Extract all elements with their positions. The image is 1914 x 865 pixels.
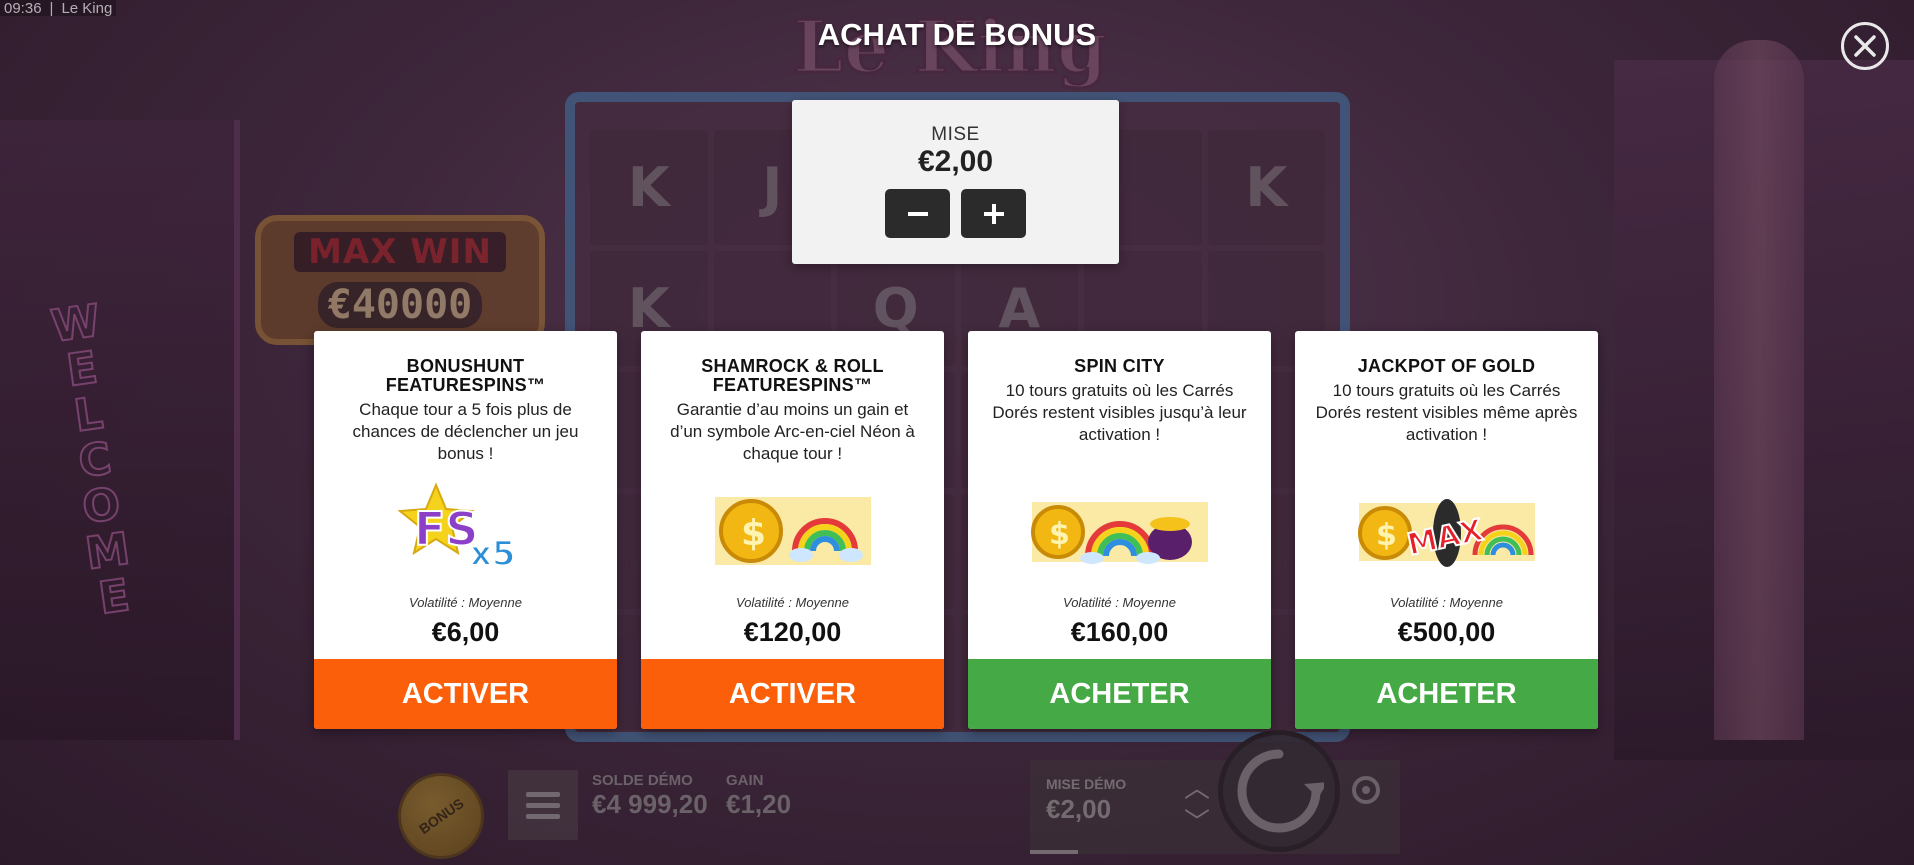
- fs-art-text: FS: [414, 502, 479, 556]
- bonus-cards: BONUSHUNT FEATURESPINS™ Chaque tour a 5 …: [314, 331, 1598, 729]
- bonus-card-shamrock-roll: SHAMROCK & ROLL FEATURESPINS™ Garantie d…: [641, 331, 944, 729]
- card-price: €160,00: [1070, 617, 1169, 647]
- card-title: SHAMROCK & ROLL FEATURESPINS™: [701, 356, 884, 395]
- buy-button[interactable]: ACHETER: [968, 659, 1271, 729]
- coin-rainbow-pot-icon: $: [1030, 501, 1208, 564]
- close-button[interactable]: [1841, 22, 1889, 70]
- buy-button[interactable]: ACHETER: [1295, 659, 1598, 729]
- minus-icon: [907, 211, 928, 216]
- stake-value: €2,00: [917, 145, 994, 178]
- card-title: SPIN CITY: [1074, 356, 1165, 376]
- activate-button[interactable]: ACTIVER: [641, 659, 944, 729]
- stake-label: MISE: [931, 124, 980, 145]
- close-icon: [1854, 35, 1876, 57]
- card-title: BONUSHUNT FEATURESPINS™: [385, 356, 546, 395]
- card-price: €6,00: [431, 617, 500, 647]
- stake-decrease-button[interactable]: [885, 189, 950, 238]
- stake-buttons: [792, 189, 1119, 238]
- svg-text:$: $: [741, 513, 766, 554]
- card-volatility: Volatilité : Moyenne: [409, 595, 522, 610]
- card-description: Garantie d’au moins un gain et d’un symb…: [670, 400, 915, 463]
- dialog-title: ACHAT DE BONUS: [817, 17, 1097, 52]
- stake-increase-button[interactable]: [961, 189, 1026, 238]
- card-volatility: Volatilité : Moyenne: [1390, 595, 1503, 610]
- bonus-card-jackpot-of-gold: JACKPOT OF GOLD 10 tours gratuits où les…: [1295, 331, 1598, 729]
- bonus-card-bonushunt: BONUSHUNT FEATURESPINS™ Chaque tour a 5 …: [314, 331, 617, 729]
- fs-x5-art: FS x5: [314, 481, 617, 578]
- bonus-card-spin-city: SPIN CITY 10 tours gratuits où les Carré…: [968, 331, 1271, 729]
- card-title: JACKPOT OF GOLD: [1357, 356, 1536, 376]
- activate-button[interactable]: ACTIVER: [314, 659, 617, 729]
- svg-text:$: $: [1049, 517, 1070, 552]
- coin-rainbow-art: $: [641, 483, 944, 578]
- card-description: 10 tours gratuits où les Carrés Dorés re…: [1315, 381, 1578, 444]
- card-volatility: Volatilité : Moyenne: [1063, 595, 1176, 610]
- stake-panel: MISE €2,00: [792, 100, 1119, 264]
- card-description: 10 tours gratuits où les Carrés Dorés re…: [992, 381, 1247, 444]
- fs-x5-icon: FS x5: [396, 481, 516, 575]
- fs-art-multiplier: x5: [470, 534, 516, 574]
- card-price: €120,00: [743, 617, 842, 647]
- coin-max-rainbow-icon: $ MAX: [1357, 498, 1535, 567]
- card-volatility: Volatilité : Moyenne: [736, 595, 849, 610]
- plus-icon: [983, 203, 1004, 224]
- coin-rainbow-pot-art: $: [968, 483, 1271, 578]
- card-description: Chaque tour a 5 fois plus de chances de …: [352, 400, 579, 463]
- card-price: €500,00: [1397, 617, 1496, 647]
- svg-text:$: $: [1376, 518, 1397, 553]
- coin-rainbow-icon: $: [714, 496, 871, 565]
- coin-max-rainbow-art: $ MAX: [1295, 483, 1598, 578]
